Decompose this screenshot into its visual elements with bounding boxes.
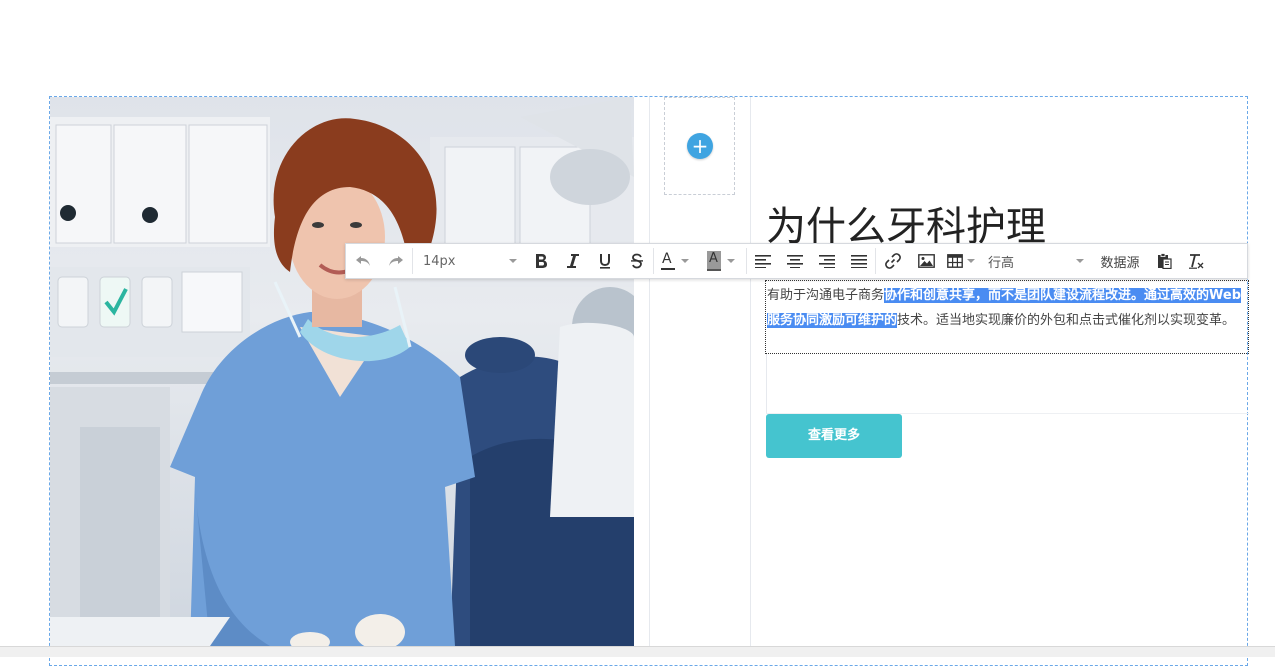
justify-button[interactable]: [843, 244, 875, 278]
justify-icon: [851, 255, 867, 268]
font-color-letter: A: [662, 251, 672, 267]
align-right-icon: [819, 255, 835, 268]
insert-image-button[interactable]: [910, 244, 942, 278]
page-title[interactable]: 为什么牙科护理: [766, 200, 1046, 244]
horizontal-scrollbar[interactable]: [0, 646, 1275, 657]
background-color-icon: A: [707, 251, 721, 271]
view-more-button[interactable]: 查看更多: [766, 414, 902, 458]
insert-link-button[interactable]: [876, 244, 910, 278]
line-height-label: 行高: [988, 255, 1015, 271]
chevron-down-icon: [1076, 259, 1084, 263]
clear-format-button[interactable]: [1180, 244, 1212, 278]
italic-icon: [567, 254, 579, 268]
page-canvas: + 为什么牙科护理 14px A A 行高 数据源 有助于沟通电子商务协作和创意…: [0, 0, 1275, 666]
italic-button[interactable]: [557, 244, 589, 278]
bold-button[interactable]: [525, 244, 557, 278]
clear-format-icon: [1189, 254, 1204, 269]
paragraph-editor[interactable]: 有助于沟通电子商务协作和创意共享，而不是团队建设流程改进。通过高效的Web服务协…: [765, 280, 1249, 354]
empty-content-area: [766, 354, 1249, 414]
paste-icon: [1157, 253, 1172, 269]
strikethrough-button[interactable]: [621, 244, 653, 278]
background-color-letter: A: [709, 251, 718, 266]
font-size-value: 14px: [423, 253, 456, 269]
align-left-button[interactable]: [747, 244, 779, 278]
redo-icon: [389, 256, 403, 266]
rich-text-toolbar: 14px A A 行高 数据源: [345, 243, 1248, 279]
align-left-icon: [755, 255, 771, 268]
chevron-down-icon: [727, 259, 735, 263]
undo-icon: [356, 256, 370, 266]
paragraph-text-end: 技术。适当地实现廉价的外包和点击式催化剂以实现变革。: [897, 313, 1236, 328]
chevron-down-icon: [509, 259, 517, 263]
font-color-button[interactable]: A: [654, 244, 696, 278]
font-size-select[interactable]: 14px: [413, 244, 525, 278]
font-color-icon: A: [661, 251, 675, 270]
chevron-down-icon: [967, 259, 975, 263]
paste-button[interactable]: [1148, 244, 1180, 278]
insert-table-button[interactable]: [942, 244, 980, 278]
align-right-button[interactable]: [811, 244, 843, 278]
paragraph-text-start: 有助于沟通电子商务: [767, 288, 885, 303]
align-center-icon: [787, 255, 803, 268]
strikethrough-icon: [631, 253, 643, 269]
table-icon: [947, 254, 963, 268]
underline-button[interactable]: [589, 244, 621, 278]
redo-button[interactable]: [380, 244, 412, 278]
datasource-button[interactable]: 数据源: [1092, 244, 1148, 278]
font-color-swatch: [661, 268, 675, 270]
image-icon: [917, 254, 935, 268]
line-height-select[interactable]: 行高: [980, 244, 1092, 278]
column-guide-right: [750, 97, 751, 646]
chevron-down-icon: [681, 259, 689, 263]
align-center-button[interactable]: [779, 244, 811, 278]
undo-button[interactable]: [346, 244, 380, 278]
add-widget-button[interactable]: +: [687, 133, 713, 159]
bold-icon: [536, 254, 547, 268]
underline-icon: [600, 254, 610, 269]
link-icon: [885, 253, 901, 269]
background-color-button[interactable]: A: [696, 244, 746, 278]
datasource-label: 数据源: [1100, 255, 1140, 271]
column-guide-left: [649, 97, 650, 646]
